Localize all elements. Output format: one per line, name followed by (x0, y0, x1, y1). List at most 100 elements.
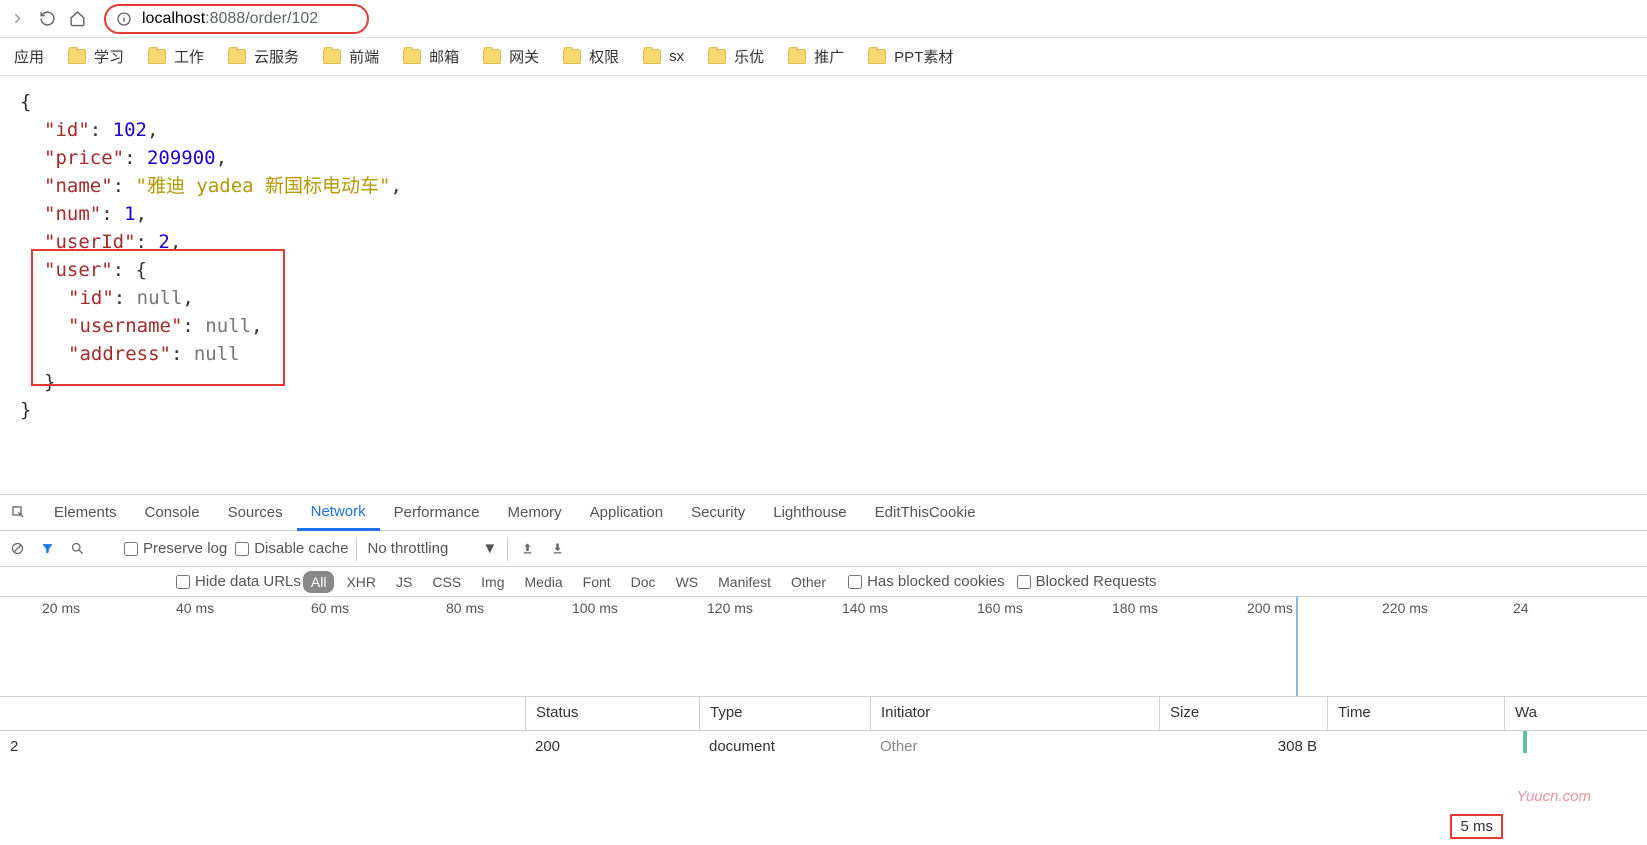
watermark-text: Yuucn.com (1517, 788, 1591, 805)
devtools-tabs: Elements Console Sources Network Perform… (0, 495, 1647, 531)
forward-icon[interactable] (8, 10, 26, 28)
filter-js[interactable]: JS (388, 571, 420, 593)
filter-ws[interactable]: WS (668, 571, 707, 593)
url-text: localhost:8088/order/102 (142, 10, 318, 28)
filter-doc[interactable]: Doc (623, 571, 664, 593)
timeline-cursor (1296, 597, 1298, 696)
filter-all[interactable]: All (303, 571, 335, 593)
folder-icon (868, 49, 886, 64)
site-info-icon[interactable] (116, 11, 132, 27)
search-icon[interactable] (66, 538, 88, 560)
request-name: 2 (0, 738, 525, 755)
timeline-tick: 100 ms (572, 600, 618, 616)
folder-icon (483, 49, 501, 64)
folder-icon (228, 49, 246, 64)
folder-icon (708, 49, 726, 64)
blocked-cookies-checkbox[interactable]: Has blocked cookies (848, 573, 1005, 590)
folder-icon (323, 49, 341, 64)
request-status: 200 (525, 738, 699, 755)
bookmark-apps[interactable]: 应用 (4, 42, 54, 71)
col-time[interactable]: Time (1327, 697, 1504, 730)
network-timeline[interactable]: 20 ms 40 ms 60 ms 80 ms 100 ms 120 ms 14… (0, 597, 1647, 697)
bookmark-item[interactable]: 云服务 (218, 42, 309, 71)
col-type[interactable]: Type (699, 697, 870, 730)
col-initiator[interactable]: Initiator (870, 697, 1159, 730)
preserve-log-checkbox[interactable]: Preserve log (124, 540, 227, 557)
download-icon[interactable] (546, 538, 568, 560)
time-value-highlight: 5 ms (1450, 814, 1503, 839)
timeline-tick: 60 ms (311, 600, 349, 616)
tab-console[interactable]: Console (131, 495, 214, 531)
timeline-tick: 180 ms (1112, 600, 1158, 616)
folder-icon (68, 49, 86, 64)
tab-application[interactable]: Application (576, 495, 677, 531)
filter-other[interactable]: Other (783, 571, 834, 593)
folder-icon (148, 49, 166, 64)
throttling-select[interactable]: No throttling▼ (356, 537, 508, 561)
col-name[interactable] (0, 697, 525, 730)
request-initiator: Other (870, 738, 1159, 755)
inspect-icon[interactable] (8, 502, 30, 524)
browser-toolbar: localhost:8088/order/102 (0, 0, 1647, 38)
timeline-tick: 220 ms (1382, 600, 1428, 616)
timeline-tick: 40 ms (176, 600, 214, 616)
filter-img[interactable]: Img (473, 571, 512, 593)
folder-icon (563, 49, 581, 64)
devtools-panel: Elements Console Sources Network Perform… (0, 494, 1647, 837)
timeline-tick: 20 ms (42, 600, 80, 616)
blocked-requests-checkbox[interactable]: Blocked Requests (1017, 573, 1157, 590)
bookmark-item[interactable]: 乐优 (698, 42, 774, 71)
disable-cache-checkbox[interactable]: Disable cache (235, 540, 348, 557)
request-waterfall (1504, 731, 1647, 761)
timeline-tick: 160 ms (977, 600, 1023, 616)
bookmark-item[interactable]: 权限 (553, 42, 629, 71)
tab-elements[interactable]: Elements (40, 495, 131, 531)
bookmarks-bar: 应用 学习 工作 云服务 前端 邮箱 网关 权限 sx 乐优 推广 PPT素材 (0, 38, 1647, 76)
bookmark-item[interactable]: 工作 (138, 42, 214, 71)
tab-network[interactable]: Network (297, 495, 380, 531)
request-type: document (699, 738, 870, 755)
timeline-tick: 120 ms (707, 600, 753, 616)
response-body: { "id": 102, "price": 209900, "name": "雅… (0, 76, 1647, 494)
network-request-row[interactable]: 2 200 document Other 308 B (0, 731, 1647, 761)
filter-css[interactable]: CSS (424, 571, 469, 593)
col-size[interactable]: Size (1159, 697, 1327, 730)
request-size: 308 B (1159, 738, 1327, 755)
tab-performance[interactable]: Performance (380, 495, 494, 531)
bookmark-item[interactable]: 推广 (778, 42, 854, 71)
filter-font[interactable]: Font (575, 571, 619, 593)
stop-record-icon[interactable] (6, 538, 28, 560)
tab-lighthouse[interactable]: Lighthouse (759, 495, 860, 531)
timeline-tick: 200 ms (1247, 600, 1293, 616)
timeline-tick: 80 ms (446, 600, 484, 616)
timeline-tick: 24 (1513, 600, 1529, 616)
bookmark-item[interactable]: PPT素材 (858, 42, 963, 71)
timeline-tick: 140 ms (842, 600, 888, 616)
bookmark-item[interactable]: 学习 (58, 42, 134, 71)
col-status[interactable]: Status (525, 697, 699, 730)
home-icon[interactable] (68, 10, 86, 28)
folder-icon (643, 49, 661, 64)
tab-editthiscookie[interactable]: EditThisCookie (861, 495, 990, 531)
tab-sources[interactable]: Sources (214, 495, 297, 531)
bookmark-item[interactable]: 网关 (473, 42, 549, 71)
bookmark-item[interactable]: 邮箱 (393, 42, 469, 71)
bookmark-item[interactable]: 前端 (313, 42, 389, 71)
address-bar[interactable]: localhost:8088/order/102 (104, 4, 369, 34)
bookmark-item[interactable]: sx (633, 44, 694, 69)
upload-icon[interactable] (516, 538, 538, 560)
col-waterfall[interactable]: Wa (1504, 697, 1647, 730)
hide-data-urls-checkbox[interactable]: Hide data URLs (176, 573, 301, 590)
folder-icon (788, 49, 806, 64)
network-toolbar: Preserve log Disable cache No throttling… (0, 531, 1647, 567)
network-filter-bar: Hide data URLs All XHR JS CSS Img Media … (0, 567, 1647, 597)
tab-security[interactable]: Security (677, 495, 759, 531)
folder-icon (403, 49, 421, 64)
filter-xhr[interactable]: XHR (338, 571, 384, 593)
tab-memory[interactable]: Memory (494, 495, 576, 531)
network-table-header: Status Type Initiator Size Time Wa (0, 697, 1647, 731)
filter-media[interactable]: Media (517, 571, 571, 593)
filter-icon[interactable] (36, 538, 58, 560)
reload-icon[interactable] (38, 10, 56, 28)
filter-manifest[interactable]: Manifest (710, 571, 779, 593)
